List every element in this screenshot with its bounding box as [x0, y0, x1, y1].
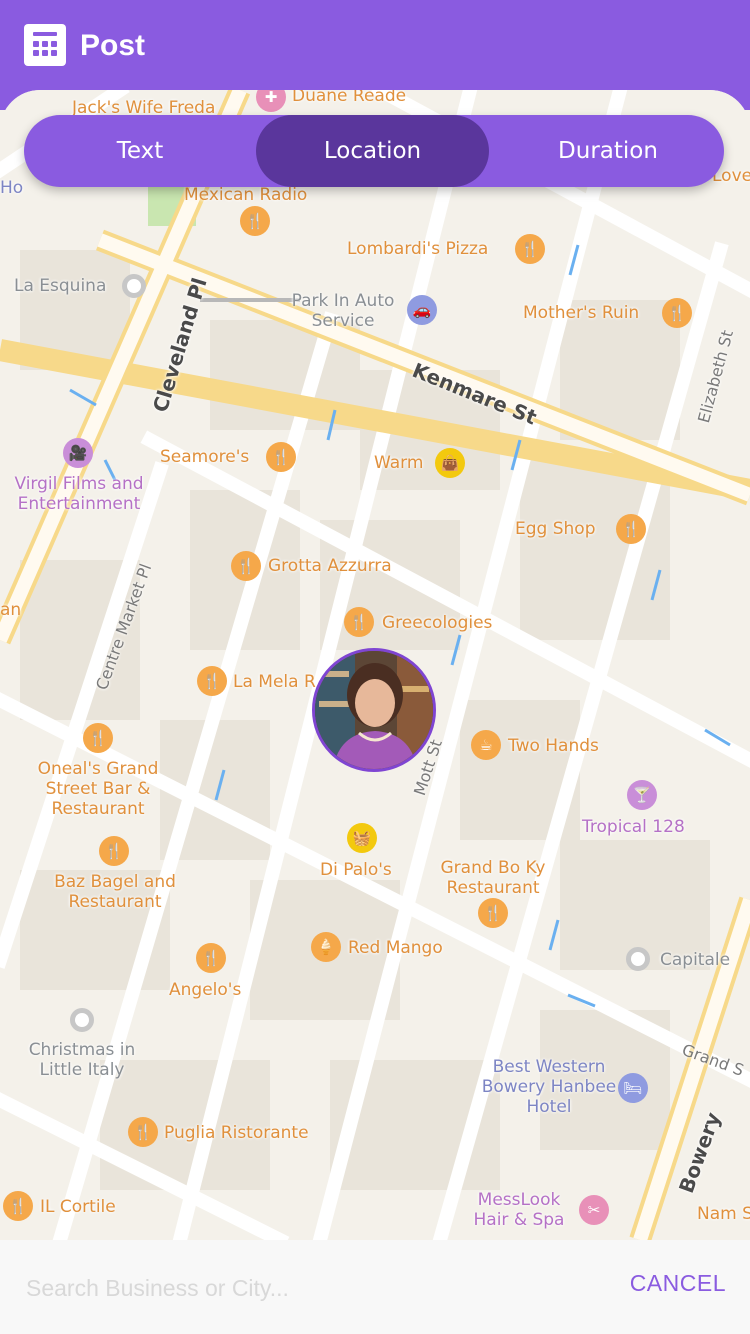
place-label[interactable]: La Esquina [14, 276, 106, 296]
tab-duration[interactable]: Duration [492, 115, 724, 187]
place-label[interactable]: Two Hands [508, 736, 599, 756]
place-label[interactable]: Tropical 128 [582, 817, 685, 837]
place-label[interactable]: Grand Bo Ky Restaurant [428, 858, 558, 898]
place-label[interactable]: Puglia Ristorante [164, 1123, 309, 1143]
place-label[interactable]: Duane Reade [292, 90, 406, 106]
place-label[interactable]: Christmas in Little Italy [20, 1040, 144, 1080]
bed-icon[interactable]: 🛏 [618, 1073, 648, 1103]
place-label[interactable]: Nam S [697, 1204, 750, 1224]
restaurant-icon[interactable]: 🍴 [83, 723, 113, 753]
restaurant-icon[interactable]: 🍴 [662, 298, 692, 328]
restaurant-icon[interactable]: 🍴 [128, 1117, 158, 1147]
place-icon[interactable] [70, 1008, 94, 1032]
place-label[interactable]: La Mela R [233, 672, 316, 692]
place-label[interactable]: Oneal's Grand Street Bar & Restaurant [22, 759, 174, 819]
cancel-button[interactable]: CANCEL [630, 1270, 726, 1297]
restaurant-icon[interactable]: 🍴 [3, 1191, 33, 1221]
place-label[interactable]: MessLook Hair & Spa [466, 1190, 572, 1230]
place-label[interactable]: IL Cortile [40, 1197, 116, 1217]
film-camera-icon[interactable]: 🎥 [63, 438, 93, 468]
salon-icon[interactable]: ✂ [579, 1195, 609, 1225]
place-label[interactable]: Di Palo's [320, 860, 392, 880]
tab-location[interactable]: Location [256, 115, 489, 187]
place-label[interactable]: Capitale [660, 950, 730, 970]
restaurant-icon[interactable]: 🍴 [478, 898, 508, 928]
calculator-icon [24, 24, 66, 66]
basket-icon[interactable]: 🧺 [347, 823, 377, 853]
place-icon[interactable] [626, 947, 650, 971]
place-label[interactable]: Lombardi's Pizza [347, 239, 488, 259]
restaurant-icon[interactable]: 🍴 [231, 551, 261, 581]
place-label[interactable]: Grotta Azzurra [268, 556, 392, 576]
user-avatar-photo [315, 651, 433, 769]
place-label[interactable]: Baz Bagel and Restaurant [40, 872, 190, 912]
restaurant-icon[interactable]: 🍴 [240, 206, 270, 236]
place-label[interactable]: Virgil Films and Entertainment [0, 474, 158, 514]
place-label[interactable]: Egg Shop [515, 519, 595, 539]
restaurant-icon[interactable]: 🍴 [515, 234, 545, 264]
place-label[interactable]: Best Western Bowery Hanbee Hotel [474, 1057, 624, 1117]
place-icon[interactable] [122, 274, 146, 298]
place-label[interactable]: Greecologies [382, 613, 492, 633]
search-input[interactable] [24, 1262, 588, 1314]
place-label[interactable]: Ho [0, 178, 23, 198]
user-avatar[interactable] [312, 648, 436, 772]
place-label[interactable]: Red Mango [348, 938, 443, 958]
page-title: Post [80, 29, 146, 62]
tab-text[interactable]: Text [24, 115, 256, 187]
restaurant-icon[interactable]: 🍴 [266, 442, 296, 472]
restaurant-icon[interactable]: 🍴 [99, 836, 129, 866]
place-label[interactable]: an [0, 600, 21, 620]
cocktail-icon[interactable]: 🍸 [627, 780, 657, 810]
coffee-icon[interactable]: ☕ [471, 730, 501, 760]
place-label[interactable]: Mexican Radio [184, 185, 307, 205]
place-label[interactable]: Angelo's [169, 980, 241, 1000]
ice-cream-icon[interactable]: 🍦 [311, 932, 341, 962]
place-label[interactable]: Mother's Ruin [523, 303, 639, 323]
car-icon[interactable]: 🚗 [407, 295, 437, 325]
place-label[interactable]: Park In Auto Service [283, 291, 403, 331]
restaurant-icon[interactable]: 🍴 [197, 666, 227, 696]
restaurant-icon[interactable]: 🍴 [616, 514, 646, 544]
post-type-tabs: Text Location Duration [24, 115, 724, 187]
place-label[interactable]: Seamore's [160, 447, 249, 467]
restaurant-icon[interactable]: 🍴 [344, 607, 374, 637]
search-bar: CANCEL [0, 1240, 750, 1334]
place-label[interactable]: Warm [374, 453, 423, 473]
restaurant-icon[interactable]: 🍴 [196, 943, 226, 973]
shopping-bag-icon[interactable]: 👜 [435, 448, 465, 478]
